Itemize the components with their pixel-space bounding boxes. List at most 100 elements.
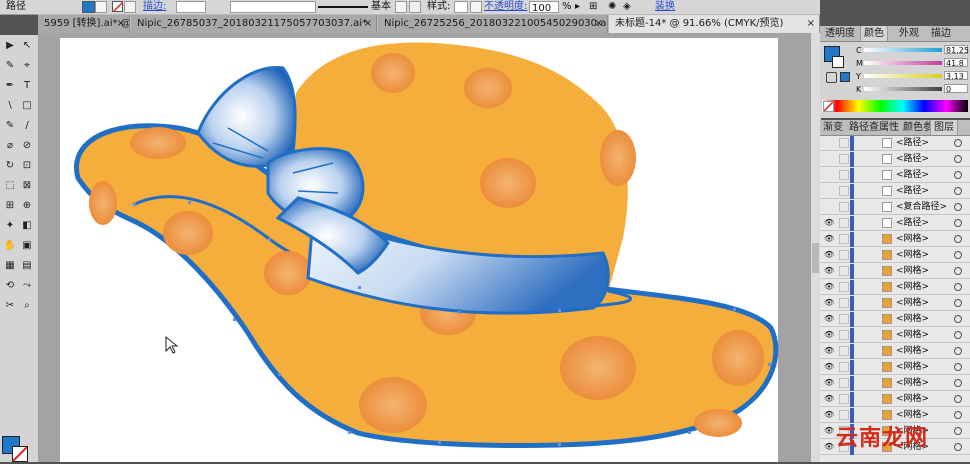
- visibility-eye-icon[interactable]: [824, 138, 834, 148]
- tool-1-icon[interactable]: ↖: [20, 39, 34, 53]
- target-circle-icon[interactable]: [954, 363, 962, 371]
- visibility-eye-icon[interactable]: [824, 154, 834, 164]
- tool-20-icon[interactable]: ✋: [3, 239, 17, 253]
- lock-toggle[interactable]: [839, 346, 849, 356]
- target-circle-icon[interactable]: [954, 331, 962, 339]
- close-icon[interactable]: ×: [117, 15, 125, 33]
- slider-k[interactable]: [864, 87, 942, 91]
- target-circle-icon[interactable]: [954, 155, 962, 163]
- lock-toggle[interactable]: [839, 218, 849, 228]
- style-dropdown[interactable]: [470, 1, 482, 13]
- visibility-eye-icon[interactable]: [824, 186, 834, 196]
- layer-row[interactable]: 👁 <网格>: [820, 280, 970, 295]
- close-icon[interactable]: ×: [595, 15, 603, 33]
- tool-27-icon[interactable]: ⌕: [20, 299, 34, 313]
- tab-doc-3[interactable]: Nipic_26725256_20180322100545029030.ai* …: [378, 15, 608, 33]
- tool-25-icon[interactable]: ⤳: [20, 279, 34, 293]
- target-circle-icon[interactable]: [954, 379, 962, 387]
- recolor-icon[interactable]: ✺: [608, 0, 616, 14]
- visibility-eye-icon[interactable]: 👁: [824, 378, 834, 388]
- lock-toggle[interactable]: [839, 378, 849, 388]
- tool-3-icon[interactable]: ⌖: [20, 59, 34, 73]
- tool-17-icon[interactable]: ⊕: [20, 199, 34, 213]
- visibility-eye-icon[interactable]: 👁: [824, 250, 834, 260]
- target-circle-icon[interactable]: [954, 443, 962, 451]
- layer-row[interactable]: 👁 <网格>: [820, 312, 970, 327]
- scroll-thumb[interactable]: [812, 243, 819, 273]
- last-color-swatch[interactable]: [840, 72, 850, 82]
- tool-9-icon[interactable]: /: [20, 119, 34, 133]
- layer-row[interactable]: <路径>: [820, 136, 970, 151]
- slider-m[interactable]: [864, 61, 942, 65]
- align-icon[interactable]: ⊞: [589, 0, 597, 14]
- tool-2-icon[interactable]: ✎: [3, 59, 17, 73]
- target-circle-icon[interactable]: [954, 171, 962, 179]
- stroke-weight-field[interactable]: [176, 1, 206, 13]
- visibility-eye-icon[interactable]: 👁: [824, 394, 834, 404]
- artboard-canvas[interactable]: [38, 33, 810, 462]
- layer-row[interactable]: <复合路径>: [820, 200, 970, 215]
- lock-toggle[interactable]: [839, 154, 849, 164]
- close-icon[interactable]: ×: [807, 15, 815, 33]
- tool-4-icon[interactable]: ✒: [3, 79, 17, 93]
- tab-color[interactable]: 颜色: [860, 26, 888, 41]
- lock-toggle[interactable]: [839, 138, 849, 148]
- layer-row[interactable]: 👁 <网格>: [820, 264, 970, 279]
- tab-attributes[interactable]: 属性: [876, 120, 902, 135]
- layer-row[interactable]: 👁 <网格>: [820, 344, 970, 359]
- cube-icon[interactable]: [826, 72, 837, 83]
- lock-toggle[interactable]: [839, 234, 849, 244]
- target-circle-icon[interactable]: [954, 139, 962, 147]
- fill-swatch[interactable]: [82, 1, 95, 13]
- lock-toggle[interactable]: [839, 202, 849, 212]
- tool-26-icon[interactable]: ✂: [3, 299, 17, 313]
- tab-gradient[interactable]: 渐变: [820, 120, 846, 135]
- style-swatch[interactable]: [454, 1, 468, 13]
- tab-doc-1[interactable]: 5959 [转换].ai* @ ... ×: [38, 15, 130, 33]
- stroke-color-box[interactable]: [12, 446, 28, 462]
- tool-15-icon[interactable]: ⊠: [20, 179, 34, 193]
- slider-c[interactable]: [864, 48, 942, 52]
- close-icon[interactable]: ×: [364, 15, 372, 33]
- tool-7-icon[interactable]: □: [20, 99, 34, 113]
- target-circle-icon[interactable]: [954, 347, 962, 355]
- slider-y[interactable]: [864, 74, 942, 78]
- tool-11-icon[interactable]: ⊘: [20, 139, 34, 153]
- opacity-field[interactable]: 100: [529, 1, 559, 14]
- visibility-eye-icon[interactable]: 👁: [824, 266, 834, 276]
- stroke-dropdown[interactable]: [124, 1, 136, 13]
- lock-toggle[interactable]: [839, 250, 849, 260]
- fill-dropdown[interactable]: [95, 1, 107, 13]
- layer-row[interactable]: 👁 <网格>: [820, 376, 970, 391]
- target-circle-icon[interactable]: [954, 315, 962, 323]
- layer-row[interactable]: 👁 <网格>: [820, 296, 970, 311]
- visibility-eye-icon[interactable]: [824, 170, 834, 180]
- tool-21-icon[interactable]: ▣: [20, 239, 34, 253]
- visibility-eye-icon[interactable]: 👁: [824, 314, 834, 324]
- target-circle-icon[interactable]: [954, 187, 962, 195]
- layer-row[interactable]: 👁 <网格>: [820, 360, 970, 375]
- tab-doc-2[interactable]: Nipic_26785037_20180321175057703037.ai* …: [131, 15, 377, 33]
- visibility-eye-icon[interactable]: 👁: [824, 330, 834, 340]
- hat-artwork[interactable]: [38, 33, 810, 462]
- visibility-eye-icon[interactable]: 👁: [824, 442, 834, 452]
- visibility-eye-icon[interactable]: 👁: [824, 426, 834, 436]
- tool-22-icon[interactable]: ▦: [3, 259, 17, 273]
- tool-5-icon[interactable]: T: [20, 79, 34, 93]
- target-circle-icon[interactable]: [954, 267, 962, 275]
- tool-8-icon[interactable]: ✎: [3, 119, 17, 133]
- slider-value-field[interactable]: 0: [944, 84, 968, 94]
- tool-18-icon[interactable]: ✦: [3, 219, 17, 233]
- slider-value-field[interactable]: 81.25: [944, 45, 969, 55]
- opacity-link[interactable]: 不透明度:: [484, 0, 527, 14]
- tab-doc-active[interactable]: 未标题-14* @ 91.66% (CMYK/预览) ×: [609, 15, 820, 33]
- layer-row[interactable]: 👁 <网格>: [820, 328, 970, 343]
- target-circle-icon[interactable]: [954, 219, 962, 227]
- tool-13-icon[interactable]: ⊡: [20, 159, 34, 173]
- tool-23-icon[interactable]: ▤: [20, 259, 34, 273]
- tab-stroke[interactable]: 描边: [928, 26, 954, 41]
- lock-toggle[interactable]: [839, 362, 849, 372]
- tool-14-icon[interactable]: ⬚: [3, 179, 17, 193]
- none-swatch[interactable]: [823, 101, 834, 112]
- lock-toggle[interactable]: [839, 186, 849, 196]
